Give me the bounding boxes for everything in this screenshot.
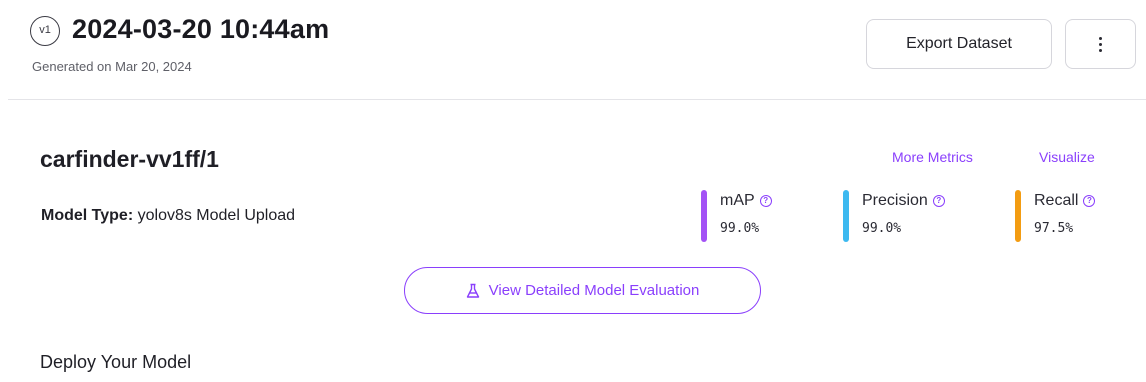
more-metrics-link[interactable]: More Metrics (892, 149, 973, 165)
flask-icon (466, 283, 479, 298)
metric-label-text: Recall (1034, 192, 1079, 209)
visualize-link[interactable]: Visualize (1039, 149, 1095, 165)
metric-bar (701, 190, 707, 242)
view-detailed-evaluation-button[interactable]: View Detailed Model Evaluation (404, 267, 761, 314)
help-circle-icon[interactable]: ? (759, 195, 772, 207)
model-type-value: yolov8s Model Upload (137, 207, 296, 224)
more-options-button[interactable] (1065, 19, 1136, 69)
metric-value: 97.5% (1034, 221, 1074, 236)
metric-value: 99.0% (862, 221, 902, 236)
page-title: 2024-03-20 10:44am (72, 14, 330, 44)
help-circle-icon[interactable]: ? (932, 195, 945, 207)
help-circle-icon[interactable]: ? (1083, 195, 1096, 207)
evaluation-button-label: View Detailed Model Evaluation (488, 282, 700, 299)
metric-label: mAP ? (720, 192, 772, 210)
metric-bar (1015, 190, 1021, 242)
metric-label: Precision ? (862, 192, 945, 210)
model-name: carfinder-vv1ff/1 (40, 146, 219, 172)
metric-value: 99.0% (720, 221, 760, 236)
model-type: Model Type: yolov8s Model Upload (41, 207, 295, 225)
page-header: v1 2024-03-20 10:44am Generated on Mar 2… (0, 0, 1146, 100)
model-type-label: Model Type: (41, 207, 134, 224)
header-divider (8, 99, 1146, 100)
generated-date: Generated on Mar 20, 2024 (32, 59, 192, 74)
version-badge: v1 (30, 16, 60, 46)
metric-bar (843, 190, 849, 242)
export-dataset-button[interactable]: Export Dataset (866, 19, 1052, 69)
metric-label-text: Precision (862, 192, 928, 209)
metric-label-text: mAP (720, 192, 755, 209)
metric-label: Recall ? (1034, 192, 1096, 210)
deploy-section-title: Deploy Your Model (40, 352, 192, 372)
kebab-menu-icon (1099, 36, 1102, 52)
